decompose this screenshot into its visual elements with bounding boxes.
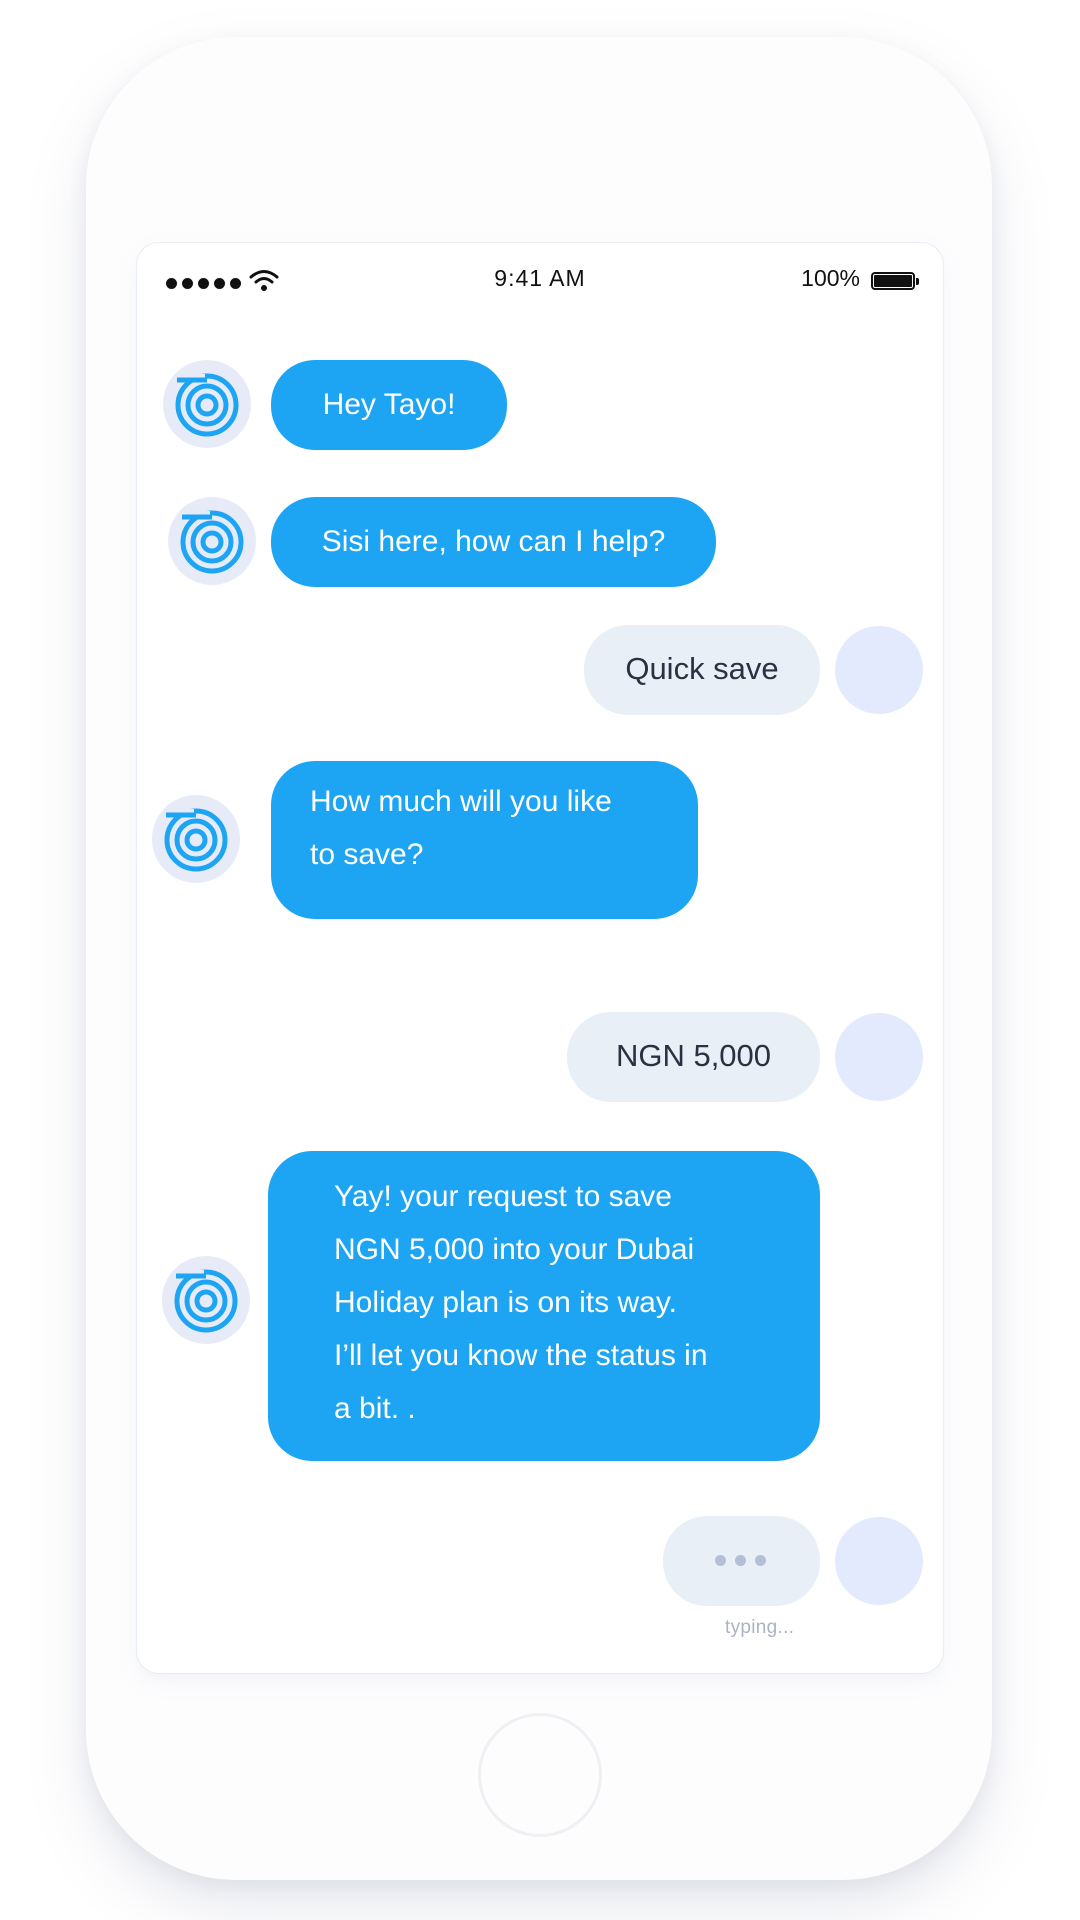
message-line: a bit. . xyxy=(334,1392,416,1425)
message-text: Hey Tayo! xyxy=(322,388,456,421)
bot-avatar xyxy=(162,1256,250,1344)
message-text: Quick save xyxy=(625,651,779,686)
message-line: to save? xyxy=(310,838,424,871)
bot-message: How much will you like to save? xyxy=(271,761,698,919)
concentric-circles-logo-icon xyxy=(164,808,228,872)
bot-message: Yay! your request to save NGN 5,000 into… xyxy=(268,1151,820,1461)
typing-label: typing... xyxy=(725,1617,795,1638)
message-text: NGN 5,000 xyxy=(615,1038,772,1073)
message-line: How much will you like xyxy=(310,785,612,818)
bot-avatar xyxy=(168,497,256,585)
bot-message: Hey Tayo! xyxy=(271,360,507,450)
typing-bubble xyxy=(663,1516,820,1606)
message-text: Sisi here, how can I help? xyxy=(321,525,666,558)
concentric-circles-logo-icon xyxy=(180,510,244,574)
bot-message: Sisi here, how can I help? xyxy=(271,497,716,587)
message-line: Holiday plan is on its way. xyxy=(334,1286,677,1319)
user-avatar xyxy=(835,1013,923,1101)
message-line: I’ll let you know the status in xyxy=(334,1339,708,1372)
user-message: Quick save xyxy=(584,625,820,715)
message-line: NGN 5,000 into your Dubai xyxy=(334,1233,695,1266)
bot-avatar xyxy=(152,795,240,883)
concentric-circles-logo-icon xyxy=(174,1269,238,1333)
concentric-circles-logo-icon xyxy=(175,373,239,437)
chat-screen: 9:41 AM 100% Hey Tayo! Sisi here, how ca… xyxy=(137,243,943,1673)
battery-icon xyxy=(871,272,919,290)
user-avatar xyxy=(835,626,923,714)
bot-avatar xyxy=(163,360,251,448)
battery-percent: 100% xyxy=(801,265,860,291)
typing-dots-icon xyxy=(715,1555,766,1566)
user-message: NGN 5,000 xyxy=(567,1012,820,1102)
status-bar: 9:41 AM 100% xyxy=(137,243,943,315)
message-line: Yay! your request to save xyxy=(334,1180,672,1213)
home-button[interactable] xyxy=(478,1713,602,1837)
user-avatar xyxy=(835,1517,923,1605)
